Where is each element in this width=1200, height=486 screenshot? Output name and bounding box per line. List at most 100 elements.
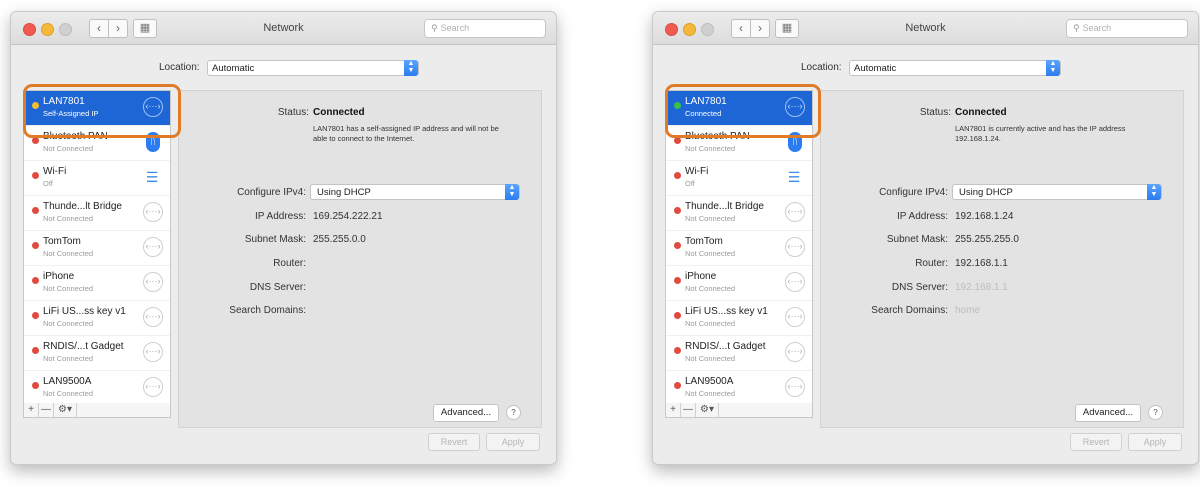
status-dot-red <box>674 347 681 354</box>
detail-panel: Status: Connected LAN7801 has a self-ass… <box>178 90 542 428</box>
select-arrows-icon: ▲ ▼ <box>1046 60 1060 76</box>
ethernet-icon: ‹···› <box>143 202 163 222</box>
ethernet-icon: ‹···› <box>143 237 163 257</box>
detail-panel: Status: Connected LAN7801 is currently a… <box>820 90 1184 428</box>
status-label: Status: <box>919 107 951 118</box>
help-button[interactable]: ? <box>506 405 521 420</box>
service-status: Not Connected <box>685 319 736 328</box>
service-status: Not Connected <box>43 319 94 328</box>
service-name: Thunde...lt Bridge <box>685 201 764 212</box>
service-bluetooth-pan[interactable]: Bluetooth PAN Not Connected ᚢ <box>666 126 812 161</box>
service-status: Self-Assigned IP <box>43 109 99 118</box>
ethernet-icon: ‹···› <box>785 377 805 397</box>
service-thunderbolt-bridge[interactable]: Thunde...lt Bridge Not Connected ‹···› <box>24 196 170 231</box>
service-name: LAN7801 <box>685 96 727 107</box>
ethernet-icon: ‹···› <box>143 377 163 397</box>
status-dot-red <box>674 242 681 249</box>
revert-button[interactable]: Revert <box>1070 433 1122 451</box>
service-name: LiFi US...ss key v1 <box>43 306 126 317</box>
configure-ipv4-select[interactable]: Using DHCP ▲ ▼ <box>952 184 1162 200</box>
search-input[interactable]: ⚲ Search <box>1066 19 1188 38</box>
search-input[interactable]: ⚲ Search <box>424 19 546 38</box>
advanced-button[interactable]: Advanced... <box>433 404 499 422</box>
ethernet-icon: ‹···› <box>785 202 805 222</box>
service-name: TomTom <box>43 236 81 247</box>
status-dot-red <box>32 242 39 249</box>
apply-button[interactable]: Apply <box>1128 433 1182 451</box>
select-arrows-icon: ▲ ▼ <box>404 60 418 76</box>
network-window-right: ‹ › ▦ Network ⚲ Search Location: Automati… <box>652 11 1199 465</box>
service-status: Not Connected <box>685 354 736 363</box>
location-select[interactable]: Automatic ▲ ▼ <box>207 60 419 76</box>
service-list-footer: + — ⚙▾ <box>665 403 813 418</box>
add-service-button[interactable]: + <box>24 403 39 417</box>
service-iphone[interactable]: iPhone Not Connected ‹···› <box>666 266 812 301</box>
service-thunderbolt-bridge[interactable]: Thunde...lt Bridge Not Connected ‹···› <box>666 196 812 231</box>
apply-button[interactable]: Apply <box>486 433 540 451</box>
help-button[interactable]: ? <box>1148 405 1163 420</box>
status-dot-red <box>32 347 39 354</box>
ip-address-label: IP Address: <box>255 211 306 222</box>
bluetooth-icon: ᚢ <box>788 132 802 152</box>
service-wifi[interactable]: Wi-Fi Off ☰ <box>666 161 812 196</box>
service-rndis[interactable]: RNDIS/...t Gadget Not Connected ‹···› <box>24 336 170 371</box>
ethernet-icon: ‹···› <box>785 272 805 292</box>
ethernet-icon: ‹···› <box>143 307 163 327</box>
ip-address-label: IP Address: <box>897 211 948 222</box>
status-dot-red <box>674 172 681 179</box>
service-tomtom[interactable]: TomTom Not Connected ‹···› <box>666 231 812 266</box>
service-lifi[interactable]: LiFi US...ss key v1 Not Connected ‹···› <box>24 301 170 336</box>
service-status: Not Connected <box>43 214 94 223</box>
status-dot-red <box>674 382 681 389</box>
search-domains-label: Search Domains: <box>871 305 948 316</box>
service-iphone[interactable]: iPhone Not Connected ‹···› <box>24 266 170 301</box>
location-label: Location: <box>159 62 200 73</box>
status-dot-red <box>32 312 39 319</box>
location-select[interactable]: Automatic ▲ ▼ <box>849 60 1061 76</box>
revert-button[interactable]: Revert <box>428 433 480 451</box>
service-name: iPhone <box>685 271 717 282</box>
service-tomtom[interactable]: TomTom Not Connected ‹···› <box>24 231 170 266</box>
service-lan9500a[interactable]: LAN9500A Not Connected ‹···› <box>24 371 170 403</box>
configure-ipv4-label: Configure IPv4: <box>237 187 306 198</box>
service-bluetooth-pan[interactable]: Bluetooth PAN Not Connected ᚢ <box>24 126 170 161</box>
title-bar: ‹ › ▦ Network ⚲ Search <box>653 12 1198 45</box>
status-value: Connected <box>955 107 1007 118</box>
status-dot-red <box>674 277 681 284</box>
title-bar: ‹ › ▦ Network ⚲ Search <box>11 12 556 45</box>
gear-menu-button[interactable]: ⚙▾ <box>696 403 719 417</box>
service-name: RNDIS/...t Gadget <box>685 341 766 352</box>
service-status: Connected <box>685 109 722 118</box>
location-row: Location: Automatic ▲ ▼ <box>653 58 1198 78</box>
service-wifi[interactable]: Wi-Fi Off ☰ <box>24 161 170 196</box>
service-lan7801[interactable]: LAN7801 Self-Assigned IP ‹···› <box>24 91 170 126</box>
status-dot-yellow <box>32 102 39 109</box>
service-status: Off <box>685 179 695 188</box>
remove-service-button[interactable]: — <box>681 403 696 417</box>
select-arrows-icon: ▲ ▼ <box>505 184 519 200</box>
configure-ipv4-select[interactable]: Using DHCP ▲ ▼ <box>310 184 520 200</box>
service-name: LAN9500A <box>685 376 734 387</box>
service-name: RNDIS/...t Gadget <box>43 341 124 352</box>
service-lan9500a[interactable]: LAN9500A Not Connected ‹···› <box>666 371 812 403</box>
search-placeholder: Search <box>1082 23 1112 33</box>
dns-server-label: DNS Server: <box>249 282 306 293</box>
dns-server-value: 192.168.1.1 <box>955 282 1008 293</box>
ip-address-value: 169.254.222.21 <box>313 211 383 222</box>
service-lifi[interactable]: LiFi US...ss key v1 Not Connected ‹···› <box>666 301 812 336</box>
configure-ipv4-value: Using DHCP <box>959 187 1013 198</box>
gear-menu-button[interactable]: ⚙▾ <box>54 403 77 417</box>
router-label: Router: <box>915 258 948 269</box>
ethernet-icon: ‹···› <box>785 342 805 362</box>
advanced-button[interactable]: Advanced... <box>1075 404 1141 422</box>
add-service-button[interactable]: + <box>666 403 681 417</box>
status-dot-red <box>674 137 681 144</box>
remove-service-button[interactable]: — <box>39 403 54 417</box>
status-dot-red <box>32 207 39 214</box>
location-value: Automatic <box>854 63 897 74</box>
location-label: Location: <box>801 62 842 73</box>
service-lan7801[interactable]: LAN7801 Connected ‹···› <box>666 91 812 126</box>
subnet-mask-label: Subnet Mask: <box>244 234 306 245</box>
service-rndis[interactable]: RNDIS/...t Gadget Not Connected ‹···› <box>666 336 812 371</box>
ethernet-icon: ‹···› <box>143 97 163 117</box>
